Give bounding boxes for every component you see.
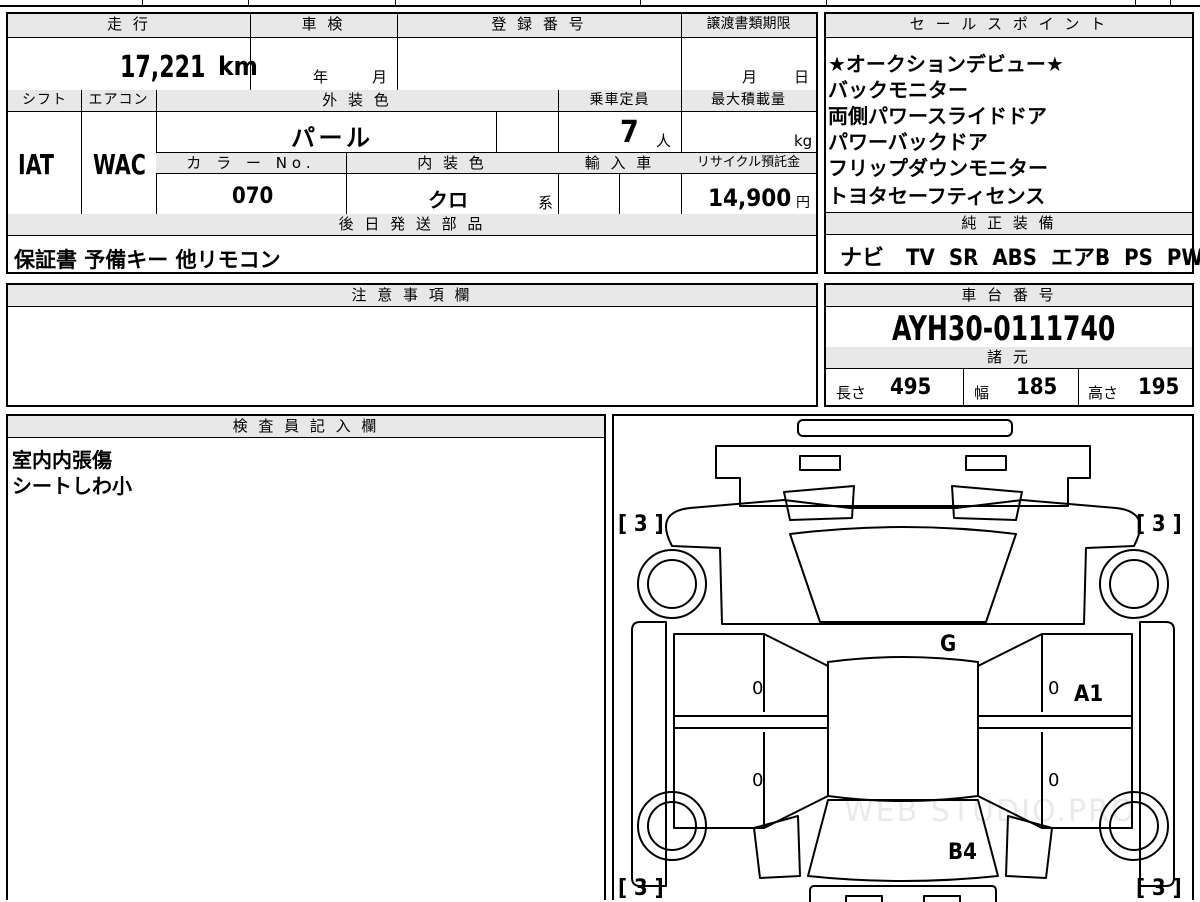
equipment-item: TV — [906, 246, 935, 271]
inspection-label: 車 検 — [250, 14, 397, 38]
width-value: 185 — [1016, 375, 1058, 400]
mileage-label: 走 行 — [8, 14, 250, 38]
transfer-month: 月 — [742, 68, 758, 86]
ac-value: WAC — [93, 148, 146, 181]
exterior-color-label: 外 装 色 — [156, 90, 558, 112]
equipment-list: ナビ TV SR ABS エアB PS PW — [840, 240, 1200, 272]
sales-points-panel: セ ー ル ス ポ イ ン ト ★オークションデビュー★ バックモニター 両側パ… — [824, 12, 1200, 274]
tire-rear-right: [ 3 ] — [1136, 876, 1182, 901]
later-parts-value: 保証書 予備キー 他リモコン — [14, 248, 281, 272]
length-label: 長さ — [836, 384, 867, 402]
sales-point-item: トヨタセーフティセンス — [828, 184, 1046, 208]
equipment-item: SR — [948, 246, 979, 271]
exterior-color-value: パ ー ル — [291, 124, 370, 152]
shift-value: IAT — [18, 148, 54, 181]
equipment-item: ナビ — [840, 246, 885, 271]
mark-right-front-door: A1 — [1074, 682, 1104, 707]
transfer-deadline-label: 譲渡書類期限 — [681, 14, 816, 38]
mileage-value: 17,221 — [120, 50, 206, 85]
interior-color-unit: 系 — [538, 194, 554, 212]
mark-windshield: G — [940, 632, 957, 657]
equipment-item: PS — [1124, 246, 1153, 271]
sales-point-item: パワーバックドア — [828, 130, 988, 154]
sales-points-title: セ ー ル ス ポ イ ン ト — [826, 14, 1192, 38]
color-no-value: 070 — [232, 184, 274, 209]
tire-front-left: [ 3 ] — [618, 512, 664, 537]
chassis-panel: 車 台 番 号 AYH30-0111740 諸 元 長さ 495 幅 185 高… — [824, 283, 1194, 407]
max-load-label: 最大積載量 — [681, 90, 816, 112]
watermark: WEB STUDIO.PRO — [844, 794, 1137, 829]
tire-rear-left: [ 3 ] — [618, 876, 664, 901]
inspector-line: 室内内張傷 — [12, 448, 112, 472]
recycle-fee-label: リサイクル預託金 — [681, 152, 816, 174]
ac-label: エアコン — [81, 90, 156, 112]
car-outline — [631, 419, 1175, 902]
sales-point-item: フリップダウンモニター — [828, 156, 1048, 180]
interior-color-label: 内 装 色 — [346, 152, 558, 174]
notes-panel: 注 意 事 項 欄 — [6, 283, 818, 407]
height-value: 195 — [1138, 375, 1180, 400]
mileage-unit: km — [218, 52, 258, 82]
registration-label: 登 録 番 号 — [397, 14, 681, 38]
width-label: 幅 — [974, 384, 990, 402]
equipment-title: 純 正 装 備 — [826, 213, 1192, 235]
shift-label: シフト — [8, 90, 81, 112]
sales-point-item: ★オークションデビュー★ — [828, 52, 1064, 76]
transfer-day: 日 — [794, 68, 810, 86]
chassis-number: AYH30-0111740 — [892, 309, 1116, 349]
inspection-year: 年 — [313, 68, 329, 86]
vehicle-info-panel: 走 行 車 検 登 録 番 号 譲渡書類期限 17,221 km 年 月 月 日… — [6, 12, 818, 274]
notes-title: 注 意 事 項 欄 — [8, 285, 816, 307]
inspector-panel: 検 査 員 記 入 欄 室内内張傷 シートしわ小 — [6, 414, 606, 900]
inspection-month: 月 — [372, 68, 388, 86]
car-damage-diagram: [ 3 ] [ 3 ] [ 3 ] [ 3 ] G A1 B4 0 0 0 0 … — [612, 414, 1194, 902]
zero-mark: 0 — [752, 678, 764, 699]
capacity-unit: 人 — [656, 132, 672, 150]
zero-mark: 0 — [1048, 678, 1060, 699]
recycle-fee-value: 14,900 — [708, 184, 792, 212]
equipment-item: PW — [1166, 246, 1200, 271]
length-value: 495 — [890, 375, 932, 400]
inspector-line: シートしわ小 — [12, 474, 132, 498]
top-strip — [0, 0, 1200, 7]
interior-color-value: クロ — [428, 188, 468, 212]
inspector-title: 検 査 員 記 入 欄 — [8, 416, 604, 438]
zero-mark: 0 — [752, 770, 764, 791]
chassis-number-title: 車 台 番 号 — [826, 285, 1192, 307]
mark-rear: B4 — [948, 840, 977, 865]
capacity-label: 乗車定員 — [558, 90, 681, 112]
color-no-label: カ ラ ー No. — [156, 152, 346, 174]
capacity-value: 7 — [620, 115, 639, 150]
zero-mark: 0 — [1048, 770, 1060, 791]
tire-front-right: [ 3 ] — [1136, 512, 1182, 537]
later-parts-label: 後 日 発 送 部 品 — [8, 214, 816, 236]
equipment-item: ABS — [992, 246, 1037, 271]
sales-point-item: 両側パワースライドドア — [828, 104, 1047, 128]
height-label: 高さ — [1088, 384, 1119, 402]
sales-point-item: バックモニター — [828, 78, 968, 102]
max-load-unit: kg — [794, 132, 813, 150]
import-label: 輸 入 車 — [558, 152, 681, 174]
specs-title: 諸 元 — [826, 347, 1192, 369]
equipment-item: エアB — [1051, 246, 1111, 271]
recycle-fee-unit: 円 — [796, 195, 810, 211]
